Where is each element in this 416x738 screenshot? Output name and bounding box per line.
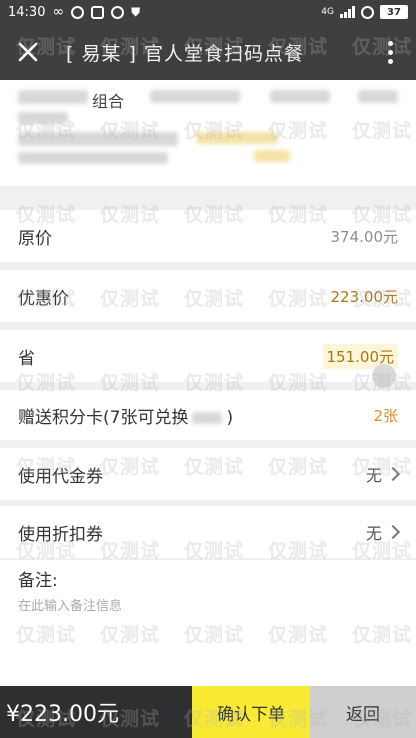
chevron-right-icon xyxy=(385,466,401,482)
product-detail-blurred xyxy=(270,90,330,103)
sync-icon xyxy=(111,5,125,19)
page-title: [ 易某 ] 官人堂食扫码点餐 xyxy=(66,42,304,65)
battery-icon: 37 xyxy=(380,5,408,19)
product-line-blurred xyxy=(18,132,178,146)
original-price-row: 原价 374.00元 xyxy=(0,210,416,262)
network-type: 4G xyxy=(321,7,334,17)
gallery-icon xyxy=(91,5,105,19)
original-price-value: 374.00元 xyxy=(330,227,399,246)
product-price-blurred xyxy=(196,132,278,144)
status-bar: 14:30 ∞ ⛊ 4G 37 xyxy=(0,0,416,24)
product-name: 组合 xyxy=(92,92,125,111)
points-card-row[interactable]: 赠送积分卡(7张可兑换) 2张 xyxy=(0,390,416,440)
discount-price-value: 223.00元 xyxy=(330,287,399,306)
more-icon[interactable] xyxy=(376,38,404,66)
status-time: 14:30 xyxy=(8,4,46,20)
coupon-label: 使用折扣券 xyxy=(18,524,103,545)
points-card-value: 2张 xyxy=(373,406,398,425)
voucher-label: 使用代金券 xyxy=(18,466,103,487)
chevron-right-icon xyxy=(385,524,401,540)
product-card: 组合 xyxy=(0,80,416,186)
discount-price-row: 优惠价 223.00元 xyxy=(0,270,416,322)
bottom-bar: ¥223.00元 确认下单 返回 xyxy=(0,686,416,738)
infinity-icon: ∞ xyxy=(52,4,65,20)
product-detail-blurred xyxy=(150,90,240,103)
confirm-order-button[interactable]: 确认下单 xyxy=(192,686,310,738)
floating-dot-icon[interactable] xyxy=(372,364,396,388)
coupon-value: 无 xyxy=(366,520,401,544)
signal-icon xyxy=(340,6,355,18)
voucher-row[interactable]: 使用代金券 无 xyxy=(0,448,416,500)
notes-section: 备注: xyxy=(0,560,416,686)
close-icon[interactable] xyxy=(0,24,56,80)
product-price-blurred xyxy=(254,150,290,162)
product-image-blurred xyxy=(18,90,88,104)
notes-label: 备注: xyxy=(18,571,58,591)
original-price-label: 原价 xyxy=(18,228,52,249)
product-line-blurred xyxy=(18,112,68,124)
product-detail-blurred xyxy=(358,90,398,103)
voucher-value: 无 xyxy=(366,462,401,486)
discount-price-label: 优惠价 xyxy=(18,288,69,309)
saved-row: 省 151.00元 xyxy=(0,330,416,388)
coupon-row[interactable]: 使用折扣券 无 xyxy=(0,506,416,558)
title-bar: [ 易某 ] 官人堂食扫码点餐 xyxy=(0,24,416,80)
product-line-blurred xyxy=(18,152,168,164)
message-icon xyxy=(71,5,85,19)
order-total: ¥223.00元 xyxy=(6,702,119,727)
notes-input[interactable] xyxy=(18,599,398,614)
alarm-icon xyxy=(361,5,374,19)
back-button[interactable]: 返回 xyxy=(310,686,416,738)
shield-icon: ⛊ xyxy=(131,4,141,19)
saved-label: 省 xyxy=(18,348,35,369)
points-count-blurred xyxy=(192,411,223,424)
points-card-label: 赠送积分卡(7张可兑换) xyxy=(18,407,234,428)
